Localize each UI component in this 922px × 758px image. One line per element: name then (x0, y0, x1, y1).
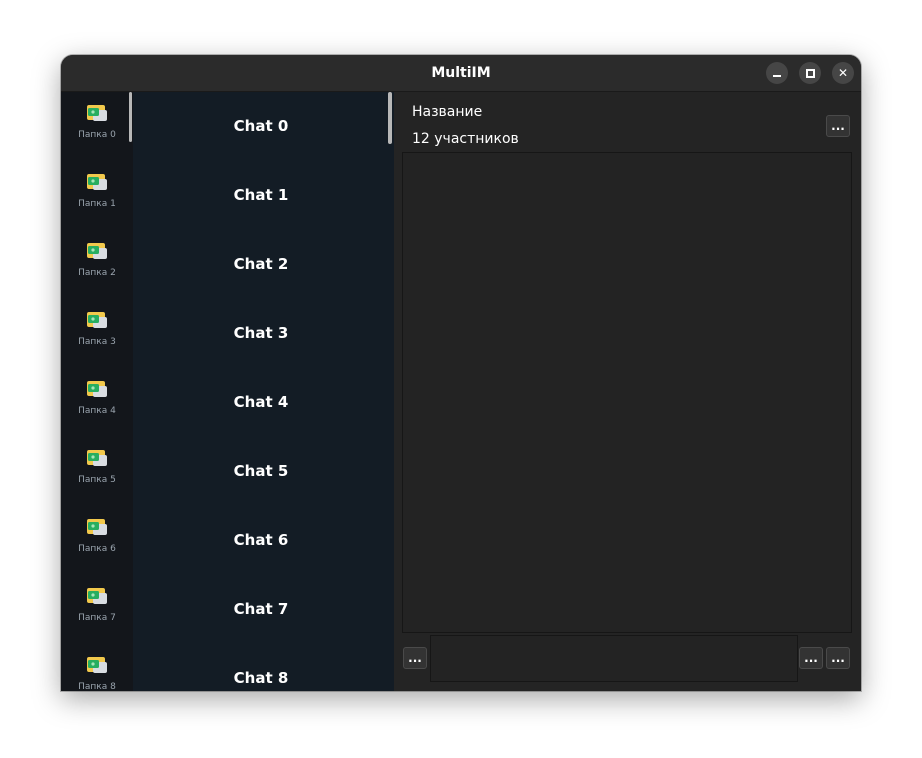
window-title: MultiIM (431, 65, 491, 81)
chat-members-count: 12 участников (412, 131, 519, 147)
folder-icon (87, 174, 107, 190)
folder-item[interactable]: Папка 4 (61, 368, 133, 437)
folder-item[interactable]: Папка 6 (61, 506, 133, 575)
folder-label: Папка 4 (78, 406, 116, 416)
chat-item[interactable]: Chat 4 (133, 368, 389, 437)
emoji-button[interactable]: ... (799, 647, 823, 669)
chat-item[interactable]: Chat 2 (133, 230, 389, 299)
chats-scrollbar[interactable] (388, 92, 392, 144)
folder-item[interactable]: Папка 1 (61, 161, 133, 230)
titlebar[interactable]: MultiIM ✕ (61, 55, 861, 92)
folder-icon (87, 657, 107, 673)
minimize-button[interactable] (766, 62, 788, 84)
chat-item[interactable]: Chat 3 (133, 299, 389, 368)
folder-icon (87, 588, 107, 604)
folder-label: Папка 6 (78, 544, 116, 554)
chat-item[interactable]: Chat 6 (133, 506, 389, 575)
folder-item[interactable]: Папка 3 (61, 299, 133, 368)
folder-icon (87, 450, 107, 466)
chat-item[interactable]: Chat 5 (133, 437, 389, 506)
message-area[interactable] (402, 152, 852, 633)
folder-icon (87, 105, 107, 121)
chat-item[interactable]: Chat 7 (133, 575, 389, 644)
folder-label: Папка 0 (78, 130, 116, 140)
folder-label: Папка 3 (78, 337, 116, 347)
folder-label: Папка 1 (78, 199, 116, 209)
close-icon: ✕ (837, 66, 849, 80)
folder-item[interactable]: Папка 2 (61, 230, 133, 299)
chat-panel: Название 12 участников ... ... ... ... (394, 92, 861, 691)
attach-button[interactable]: ... (403, 647, 427, 669)
minimize-icon (773, 75, 781, 77)
folder-icon (87, 381, 107, 397)
maximize-icon (806, 69, 815, 78)
chat-item[interactable]: Chat 8 (133, 644, 389, 691)
chat-menu-button[interactable]: ... (826, 115, 850, 137)
chat-item[interactable]: Chat 0 (133, 92, 389, 161)
chat-title: Название (412, 104, 483, 120)
folder-label: Папка 5 (78, 475, 116, 485)
folders-scrollbar[interactable] (129, 92, 132, 142)
folder-icon (87, 312, 107, 328)
folder-item[interactable]: Папка 8 (61, 644, 133, 691)
folder-label: Папка 7 (78, 613, 116, 623)
folder-icon (87, 519, 107, 535)
send-button[interactable]: ... (826, 647, 850, 669)
app-window: MultiIM ✕ Папка 0 Папка 1 Папка 2 Папка … (61, 55, 861, 691)
folder-item[interactable]: Папка 0 (61, 92, 133, 161)
folder-sidebar: Папка 0 Папка 1 Папка 2 Папка 3 Папка 4 … (61, 92, 133, 691)
message-input[interactable] (430, 635, 798, 682)
folder-label: Папка 8 (78, 682, 116, 691)
chat-list: Chat 0 Chat 1 Chat 2 Chat 3 Chat 4 Chat … (133, 92, 394, 691)
folder-icon (87, 243, 107, 259)
chat-item[interactable]: Chat 1 (133, 161, 389, 230)
folder-item[interactable]: Папка 7 (61, 575, 133, 644)
folder-item[interactable]: Папка 5 (61, 437, 133, 506)
folder-label: Папка 2 (78, 268, 116, 278)
maximize-button[interactable] (799, 62, 821, 84)
close-button[interactable]: ✕ (832, 62, 854, 84)
